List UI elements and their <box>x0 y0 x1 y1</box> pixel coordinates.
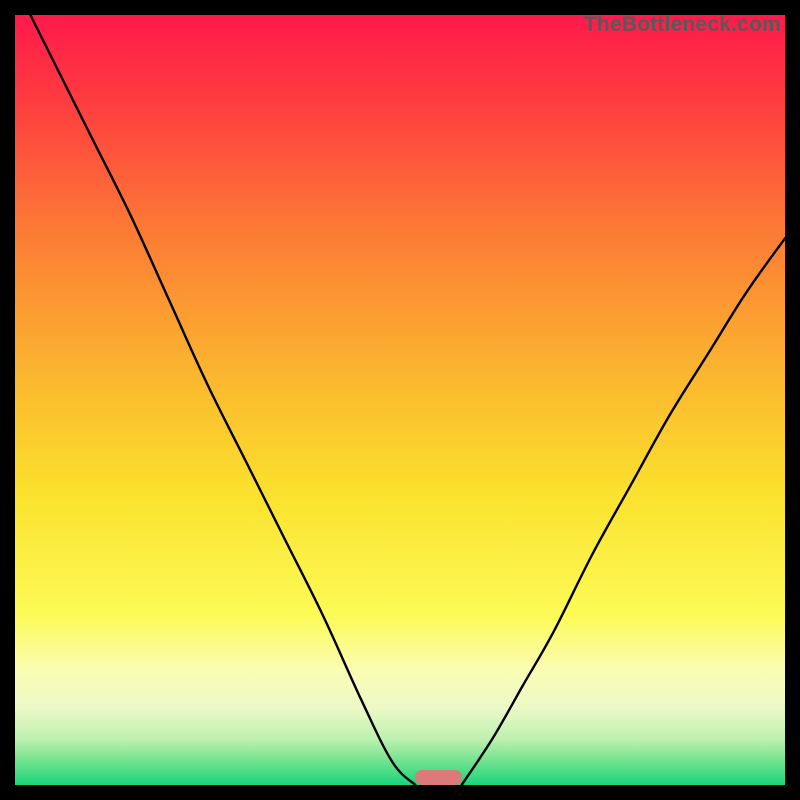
curve-left <box>30 15 415 785</box>
plot-area: TheBottleneck.com <box>15 15 785 785</box>
optimal-marker <box>415 770 461 785</box>
figure-frame: TheBottleneck.com <box>0 0 800 800</box>
watermark-text: TheBottleneck.com <box>584 15 781 37</box>
curve-right <box>462 238 785 785</box>
bottleneck-curves <box>15 15 785 785</box>
